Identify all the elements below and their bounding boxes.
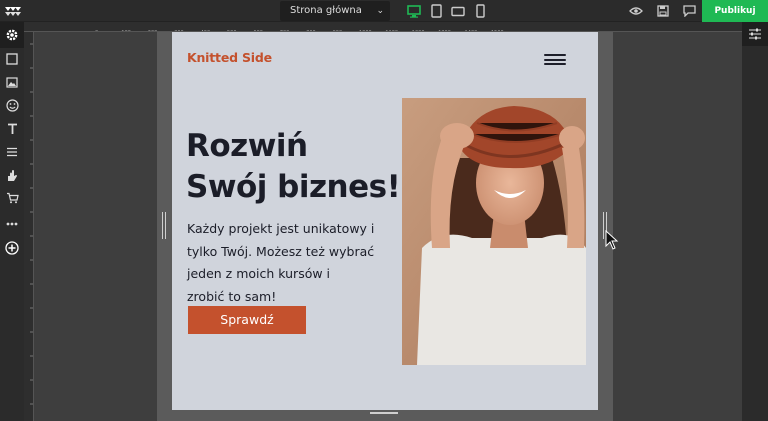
resize-handle-left[interactable] (162, 212, 166, 239)
section-icon[interactable] (4, 51, 20, 67)
settings-icon[interactable] (0, 22, 24, 48)
cart-icon[interactable] (4, 190, 20, 206)
editor-app: Strona główna ⌄ Publikuj Knitted Side Ro… (0, 0, 768, 421)
chevron-down-icon: ⌄ (376, 6, 384, 16)
right-toolbar (742, 22, 768, 421)
brand-logo[interactable]: Knitted Side (187, 50, 272, 65)
description-line-1: Każdy projekt jest unikatowy i (187, 221, 375, 236)
emoji-icon[interactable] (4, 97, 20, 113)
mouse-cursor-icon (605, 230, 619, 250)
image-icon[interactable] (4, 74, 20, 90)
hero-photo[interactable] (402, 98, 586, 365)
sliders-icon[interactable] (742, 22, 768, 46)
hand-icon[interactable] (4, 167, 20, 183)
cta-button[interactable]: Sprawdź (188, 306, 306, 334)
comment-icon[interactable] (681, 3, 697, 19)
headline-line-2: Swój biznes! (186, 169, 401, 205)
page-select-value: Strona główna (290, 5, 362, 16)
description-line-4: zrobić to sam! (187, 288, 277, 304)
hero-headline[interactable]: Rozwiń Swój biznes! (186, 126, 401, 208)
ruler-vertical (24, 32, 34, 421)
tablet-icon[interactable] (428, 3, 444, 19)
app-logo-icon[interactable] (4, 3, 22, 19)
publish-button[interactable]: Publikuj (702, 0, 768, 22)
desktop-icon[interactable] (406, 3, 422, 19)
description-line-3: jeden z moich kursów i (187, 266, 331, 281)
mobile-icon[interactable] (472, 3, 488, 19)
text-icon[interactable] (4, 121, 20, 137)
save-icon[interactable] (655, 3, 671, 19)
add-icon[interactable] (4, 240, 20, 256)
preview-eye-icon[interactable] (628, 3, 644, 19)
top-bar: Strona główna ⌄ Publikuj (0, 0, 768, 22)
page-select-dropdown[interactable]: Strona główna ⌄ (280, 1, 390, 21)
left-toolbar (0, 22, 24, 421)
headline-line-1: Rozwiń (186, 128, 308, 164)
resize-handle-bottom[interactable] (370, 412, 398, 414)
hamburger-menu-icon[interactable] (544, 54, 566, 65)
ruler-horizontal: 0100200300400500600700800900100011001200… (24, 22, 742, 32)
more-icon[interactable] (4, 216, 20, 232)
menu-icon[interactable] (4, 144, 20, 160)
description-line-2: tylko Twój. Możesz też wybrać (187, 243, 375, 259)
hero-description[interactable]: Każdy projekt jest unikatowy i tylko Twó… (187, 218, 397, 308)
tablet-landscape-icon[interactable] (450, 3, 466, 19)
